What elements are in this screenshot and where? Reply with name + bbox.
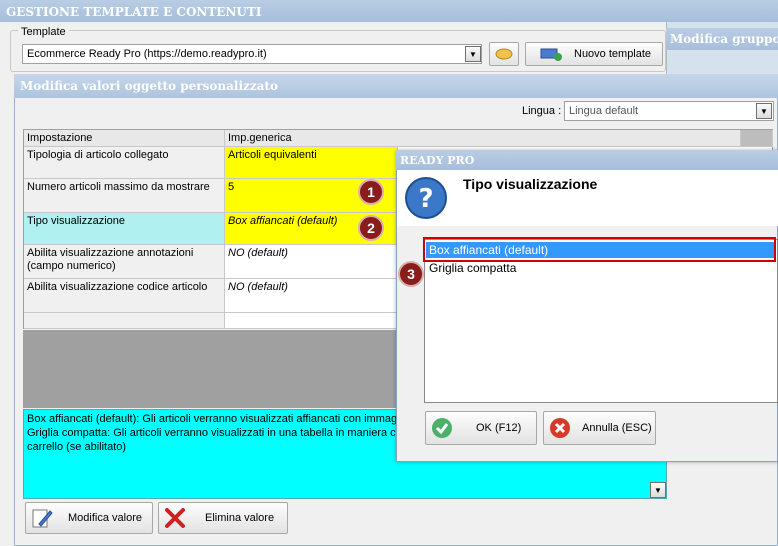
svg-text:?: ? [418, 184, 433, 214]
table-row-setting-selected[interactable]: Tipo visualizzazione [24, 213, 225, 245]
new-template-button[interactable]: Nuovo template [525, 42, 663, 66]
grid-header-setting: Impostazione [24, 130, 225, 147]
ok-button[interactable]: OK (F12) [425, 411, 537, 445]
delete-value-label: Elimina valore [205, 512, 275, 524]
cancel-label: Annulla (ESC) [582, 422, 652, 434]
language-select-value: Lingua default [569, 105, 639, 117]
new-template-icon [540, 48, 562, 61]
callout-badge-3: 3 [398, 261, 424, 287]
main-window-title: GESTIONE TEMPLATE E CONTENUTI [0, 0, 778, 22]
editor-window-title: Modifica valori oggetto personalizzato [14, 74, 778, 98]
ok-label: OK (F12) [476, 422, 522, 434]
template-select[interactable]: Ecommerce Ready Pro (https://demo.readyp… [22, 44, 482, 64]
template-group-label: Template [18, 26, 69, 38]
table-row-setting[interactable]: Numero articoli massimo da mostrare [24, 179, 225, 213]
table-row-value[interactable]: Articoli equivalenti [225, 147, 398, 179]
cancel-button[interactable]: Annulla (ESC) [543, 411, 656, 445]
cancel-x-icon [550, 418, 570, 438]
dialog-heading: Tipo visualizzazione [463, 176, 598, 192]
grid-scroll-header [741, 130, 773, 147]
edit-value-button[interactable]: Modifica valore [25, 502, 153, 534]
list-item[interactable]: Griglia compatta [426, 260, 776, 276]
template-select-value: Ecommerce Ready Pro (https://demo.readyp… [27, 48, 267, 60]
dialog-title: READY PRO [396, 150, 778, 170]
right-panel-title: Modifica gruppo [666, 28, 778, 50]
table-row-value[interactable]: NO (default) [225, 279, 398, 313]
table-row-empty [225, 313, 398, 329]
open-folder-button[interactable] [489, 42, 519, 66]
new-template-label: Nuovo template [574, 48, 652, 60]
question-icon: ? [404, 176, 448, 223]
language-label: Lingua : [522, 105, 562, 117]
language-dropdown-button[interactable]: ▼ [756, 103, 772, 119]
language-select[interactable]: Lingua default [564, 101, 774, 121]
checkmark-icon [432, 418, 452, 438]
description-scroll-down-button[interactable]: ▼ [650, 482, 666, 498]
delete-x-icon [165, 508, 185, 528]
table-row-setting[interactable]: Abilita visualizzazione annotazioni (cam… [24, 245, 225, 279]
edit-pencil-icon [32, 509, 53, 528]
table-row-setting[interactable]: Abilita visualizzazione codice articolo [24, 279, 225, 313]
highlight-callout-box [423, 237, 776, 262]
table-row-empty [24, 313, 225, 329]
folder-icon [495, 48, 513, 60]
grid-empty-area [23, 330, 423, 408]
delete-value-button[interactable]: Elimina valore [158, 502, 288, 534]
edit-value-label: Modifica valore [68, 512, 142, 524]
table-row-setting[interactable]: Tipologia di articolo collegato [24, 147, 225, 179]
template-dropdown-button[interactable]: ▼ [465, 46, 481, 62]
callout-badge-1: 1 [358, 179, 384, 205]
table-row-value[interactable]: NO (default) [225, 245, 398, 279]
grid-header-value: Imp.generica [225, 130, 741, 147]
callout-badge-2: 2 [358, 215, 384, 241]
